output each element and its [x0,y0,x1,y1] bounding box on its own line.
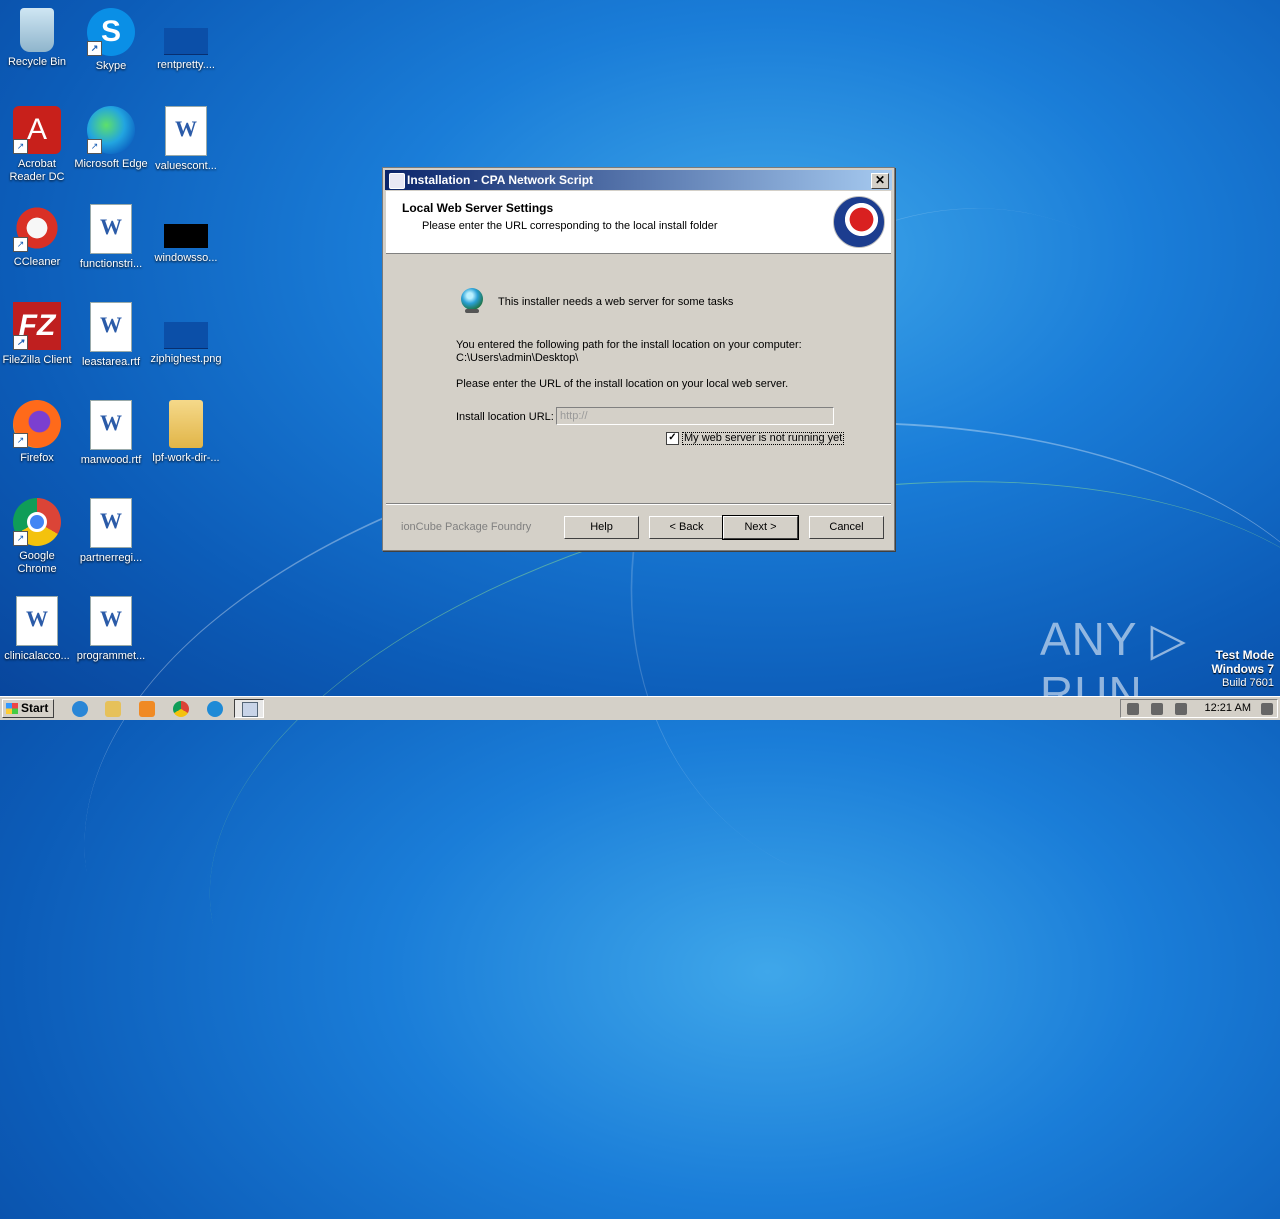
install-location-url-input[interactable]: http:// [556,407,834,425]
desktop-icon-chrome[interactable]: ↗ Google Chrome [0,498,74,576]
ccleaner-icon: ↗ [13,204,61,252]
web-server-not-running-checkbox[interactable]: ✓ [666,432,679,445]
path-value-text: C:\Users\admin\Desktop\ [456,352,579,364]
network-icon[interactable] [1151,703,1163,715]
dialog-header: Local Web Server Settings Please enter t… [386,191,891,254]
word-document-icon: W [90,302,132,352]
desktop-icon-partnerregi[interactable]: W partnerregi... [74,498,148,565]
word-document-icon: W [16,596,58,646]
desktop-icon-lpf-work-dir[interactable]: lpf-work-dir-... [149,400,223,465]
word-document-icon: W [90,596,132,646]
desktop-icon-recycle-bin[interactable]: Recycle Bin [0,8,74,69]
edge-icon: ↗ [87,106,135,154]
filezilla-icon: FZ ↗ [13,302,61,350]
desktop-icon-functionstri[interactable]: W functionstri... [74,204,148,271]
desktop-icon-skype[interactable]: S ↗ Skype [74,8,148,73]
test-mode-text: Test Mode [1215,648,1274,662]
desktop-icon-rentpretty[interactable]: rentpretty.... [149,8,223,72]
page-subtitle: Please enter the URL corresponding to th… [422,220,718,232]
word-document-icon: W [90,498,132,548]
desktop-icon-edge[interactable]: ↗ Microsoft Edge [74,106,148,171]
image-file-icon [164,322,208,349]
globe-icon [461,288,483,310]
recycle-bin-icon [20,8,54,52]
desktop-icon-manwood[interactable]: W manwood.rtf [74,400,148,467]
edge-taskbar-icon[interactable] [207,701,223,717]
desktop-icon-valuescont[interactable]: W valuescont... [149,106,223,173]
image-file-icon [164,28,208,55]
acrobat-icon: A ↗ [13,106,61,154]
word-document-icon: W [90,400,132,450]
url-label: Install location URL: [456,411,554,423]
desktop-icon-filezilla[interactable]: FZ ↗ FileZilla Client [0,302,74,367]
shortcut-arrow-icon: ↗ [87,139,102,154]
chrome-icon: ↗ [13,498,61,546]
desktop-icon-ziphighest[interactable]: ziphighest.png [149,302,223,366]
test-mode-notice: Test Mode Windows 7 Build 7601 [1211,648,1274,690]
show-desktop-icon[interactable] [1261,703,1273,715]
desktop-icon-clinicalacco[interactable]: W clinicalacco... [0,596,74,663]
web-server-not-running-label[interactable]: My web server is not running yet [682,432,845,445]
desktop-icon-programmet[interactable]: W programmet... [74,596,148,663]
skype-icon: S ↗ [87,8,135,56]
dialog-titlebar[interactable]: Installation - CPA Network Script ✕ [385,170,892,190]
shortcut-arrow-icon: ↗ [87,41,102,56]
path-intro-text: You entered the following path for the i… [456,339,802,351]
installer-app-icon [389,173,405,189]
image-file-icon [164,224,208,248]
back-button[interactable]: < Back [649,516,724,539]
clock[interactable]: 12:21 AM [1205,702,1251,714]
installer-taskbar-icon [242,702,258,717]
globe-stand-icon [465,309,479,313]
url-prompt-text: Please enter the URL of the install loca… [456,378,789,390]
shortcut-arrow-icon: ↗ [13,335,28,350]
shortcut-arrow-icon: ↗ [13,433,28,448]
chrome-taskbar-icon[interactable] [173,701,189,717]
page-title: Local Web Server Settings [402,201,554,215]
media-player-icon[interactable] [139,701,155,717]
shortcut-arrow-icon: ↗ [13,531,28,546]
cancel-button[interactable]: Cancel [809,516,884,539]
os-text: Windows 7 [1211,662,1274,676]
installer-taskbar-button[interactable] [234,699,264,718]
cpa-network-logo-icon [833,196,885,248]
explorer-folder-icon[interactable] [105,701,121,717]
help-button[interactable]: Help [564,516,639,539]
start-button[interactable]: Start [2,699,54,718]
folder-icon [169,400,203,448]
next-button[interactable]: Next > [722,515,799,540]
desktop-icon-windowsso[interactable]: windowsso... [149,204,223,265]
desktop-icon-firefox[interactable]: ↗ Firefox [0,400,74,465]
windows-flag-icon [6,703,18,714]
internet-explorer-icon[interactable] [72,701,88,717]
shortcut-arrow-icon: ↗ [13,237,28,252]
close-button[interactable]: ✕ [871,173,889,189]
shortcut-arrow-icon: ↗ [13,139,28,154]
firefox-icon: ↗ [13,400,61,448]
info-text: This installer needs a web server for so… [498,296,734,308]
footer-divider [386,503,891,505]
word-document-icon: W [90,204,132,254]
desktop-icon-leastarea[interactable]: W leastarea.rtf [74,302,148,369]
system-tray: 12:21 AM [1120,699,1278,718]
build-text: Build 7601 [1222,677,1274,689]
word-document-icon: W [165,106,207,156]
desktop-icon-acrobat[interactable]: A ↗ Acrobat Reader DC [0,106,74,184]
action-center-flag-icon[interactable] [1175,703,1187,715]
dialog-title: Installation - CPA Network Script [407,173,594,187]
installer-dialog: Installation - CPA Network Script ✕ Loca… [382,167,895,551]
brand-text: ionCube Package Foundry [401,521,532,533]
volume-icon[interactable] [1127,703,1139,715]
taskbar: Start 12:21 AM [0,696,1280,720]
desktop-icon-ccleaner[interactable]: ↗ CCleaner [0,204,74,269]
